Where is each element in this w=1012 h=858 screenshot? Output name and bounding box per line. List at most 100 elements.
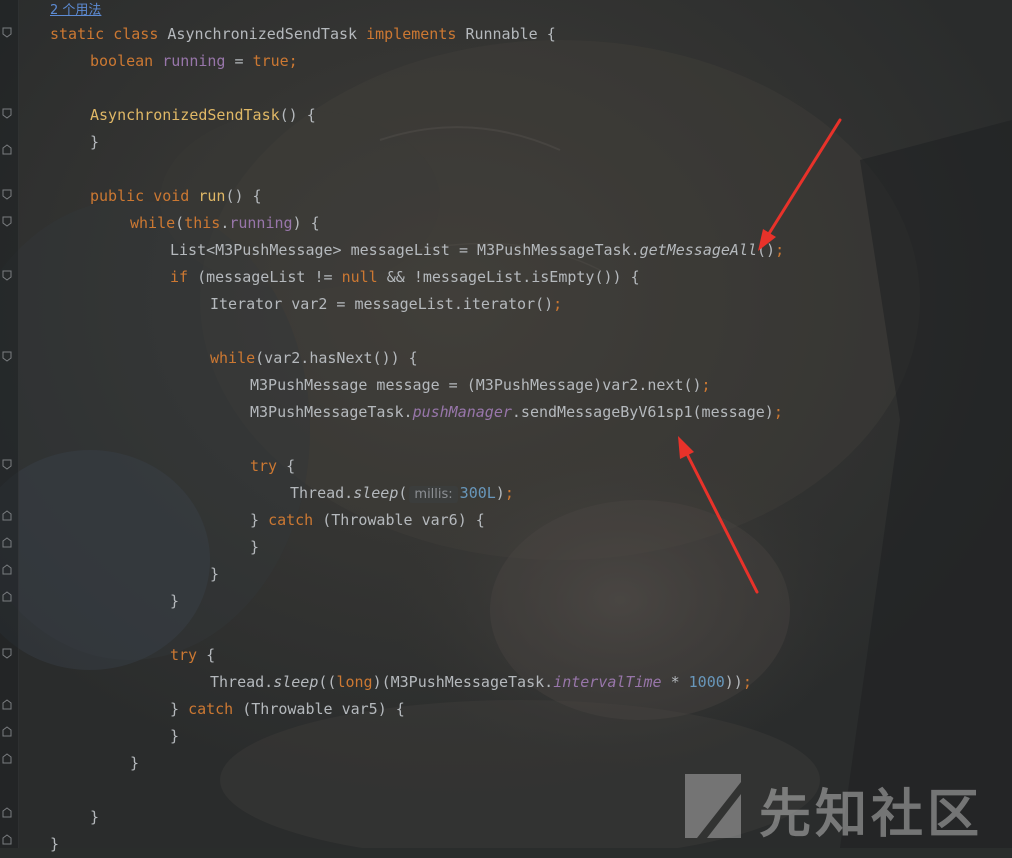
code-line-11[interactable]: Iterator var2 = messageList.iterator(); bbox=[210, 291, 562, 318]
number-literal: 300L bbox=[459, 484, 496, 502]
code-line-15[interactable]: M3PushMessageTask.pushManager.sendMessag… bbox=[250, 399, 783, 426]
code-text: Runnable { bbox=[465, 25, 556, 43]
code-text: } bbox=[170, 727, 180, 745]
code-text: } bbox=[90, 808, 100, 826]
code-line-5[interactable]: } bbox=[90, 129, 99, 156]
semicolon: ; bbox=[504, 484, 514, 502]
code-line-17[interactable]: try { bbox=[250, 453, 295, 480]
keyword: public void bbox=[90, 187, 199, 205]
watermark: 先知社区 bbox=[683, 770, 1003, 845]
method-call: getMessageAll bbox=[639, 241, 758, 259]
code-line-14[interactable]: M3PushMessage message = (M3PushMessage)v… bbox=[250, 372, 711, 399]
code-line-20[interactable]: } bbox=[250, 534, 259, 561]
semicolon: ; bbox=[553, 295, 563, 313]
code-line-10[interactable]: if (messageList != null && !messageList.… bbox=[170, 264, 640, 291]
code-line-26[interactable]: } catch (Throwable var5) { bbox=[170, 696, 405, 723]
code-text: M3PushMessageTask. bbox=[250, 403, 413, 421]
code-text: && !messageList.isEmpty()) { bbox=[377, 268, 640, 286]
keyword: while bbox=[210, 349, 256, 367]
usages-link[interactable]: 2 个用法 bbox=[50, 0, 101, 18]
semicolon: ; bbox=[742, 673, 752, 691]
field-name: running bbox=[229, 214, 293, 232]
code-text: ( bbox=[175, 214, 185, 232]
code-line-24[interactable]: try { bbox=[170, 642, 215, 669]
code-text: () { bbox=[279, 106, 316, 124]
class-name: AsynchronizedSendTask bbox=[167, 25, 367, 43]
method-call: sleep bbox=[353, 484, 399, 502]
code-line-4[interactable]: AsynchronizedSendTask() { bbox=[90, 102, 316, 129]
code-line-30[interactable]: } bbox=[90, 804, 99, 831]
keyword: try bbox=[170, 646, 198, 664]
code-line-28[interactable]: } bbox=[130, 750, 139, 777]
static-field: pushManager bbox=[412, 403, 512, 421]
code-text: } bbox=[50, 835, 60, 853]
code-text: )) bbox=[724, 673, 743, 691]
code-text: () bbox=[757, 241, 776, 259]
code-text: )(M3PushMessageTask. bbox=[372, 673, 554, 691]
code-text: { bbox=[277, 457, 296, 475]
field-name: running bbox=[162, 52, 226, 70]
code-text: } bbox=[210, 565, 220, 583]
code-text: .sendMessageByV61sp1(message) bbox=[511, 403, 774, 421]
keyword: static class bbox=[50, 25, 168, 43]
code-text: } bbox=[170, 592, 180, 610]
keyword: if bbox=[170, 268, 189, 286]
keyword: long bbox=[336, 673, 373, 691]
code-text: Thread. bbox=[210, 673, 274, 691]
code-line-31[interactable]: } bbox=[50, 831, 59, 858]
code-text: (messageList != bbox=[188, 268, 342, 286]
keyword: this bbox=[184, 214, 221, 232]
code-line-2[interactable]: boolean running = true; bbox=[90, 48, 298, 75]
code-editor[interactable]: 2 个用法 static class AsynchronizedSendTask… bbox=[0, 0, 1012, 853]
method-name: run bbox=[198, 187, 226, 205]
code-text: } bbox=[130, 754, 140, 772]
number-literal: 1000 bbox=[688, 673, 725, 691]
keyword: try bbox=[250, 457, 278, 475]
xianzhi-logo-icon bbox=[685, 774, 741, 838]
code-text: } bbox=[90, 133, 100, 151]
code-line-18[interactable]: Thread.sleep(millis: 300L); bbox=[290, 480, 514, 507]
code-line-8[interactable]: while(this.running) { bbox=[130, 210, 320, 237]
keyword: null bbox=[341, 268, 378, 286]
code-text: M3PushMessage message = (M3PushMessage)v… bbox=[250, 376, 702, 394]
keyword: boolean bbox=[90, 52, 163, 70]
code-line-27[interactable]: } bbox=[170, 723, 179, 750]
code-text: (var2.hasNext()) { bbox=[255, 349, 418, 367]
code-line-22[interactable]: } bbox=[170, 588, 179, 615]
keyword: implements bbox=[366, 25, 466, 43]
code-text: Thread. bbox=[290, 484, 354, 502]
code-text: ) { bbox=[292, 214, 320, 232]
semicolon: ; bbox=[701, 376, 711, 394]
code-line-9[interactable]: List<M3PushMessage> messageList = M3Push… bbox=[170, 237, 784, 264]
code-text: . bbox=[220, 214, 230, 232]
code-line-19[interactable]: } catch (Throwable var6) { bbox=[250, 507, 485, 534]
semicolon: ; bbox=[775, 241, 785, 259]
code-line-13[interactable]: while(var2.hasNext()) { bbox=[210, 345, 418, 372]
code-text: * bbox=[661, 673, 689, 691]
code-text: ( bbox=[398, 484, 408, 502]
code-text: { bbox=[197, 646, 216, 664]
code-text: } bbox=[250, 511, 269, 529]
code-text: (( bbox=[318, 673, 337, 691]
keyword: while bbox=[130, 214, 176, 232]
keyword: catch bbox=[268, 511, 314, 529]
code-line-7[interactable]: public void run() { bbox=[90, 183, 262, 210]
code-line-25[interactable]: Thread.sleep((long)(M3PushMessageTask.in… bbox=[210, 669, 752, 696]
code-text: } bbox=[250, 538, 260, 556]
parameter-hint: millis: bbox=[409, 486, 458, 503]
code-text: (Throwable var6) { bbox=[313, 511, 485, 529]
code-text: ) bbox=[495, 484, 505, 502]
code-text: () { bbox=[225, 187, 262, 205]
code-text: List<M3PushMessage> messageList = M3Push… bbox=[170, 241, 640, 259]
keyword: catch bbox=[188, 700, 234, 718]
code-text: Iterator var2 = messageList.iterator() bbox=[210, 295, 554, 313]
code-text: (Throwable var5) { bbox=[233, 700, 405, 718]
code-line-21[interactable]: } bbox=[210, 561, 219, 588]
code-text: } bbox=[170, 700, 189, 718]
keyword: true; bbox=[252, 52, 298, 70]
watermark-text: 先知社区 bbox=[759, 785, 984, 845]
code-line-1[interactable]: static class AsynchronizedSendTask imple… bbox=[50, 21, 556, 48]
static-field: intervalTime bbox=[553, 673, 662, 691]
code-text: = bbox=[225, 52, 253, 70]
semicolon: ; bbox=[773, 403, 783, 421]
